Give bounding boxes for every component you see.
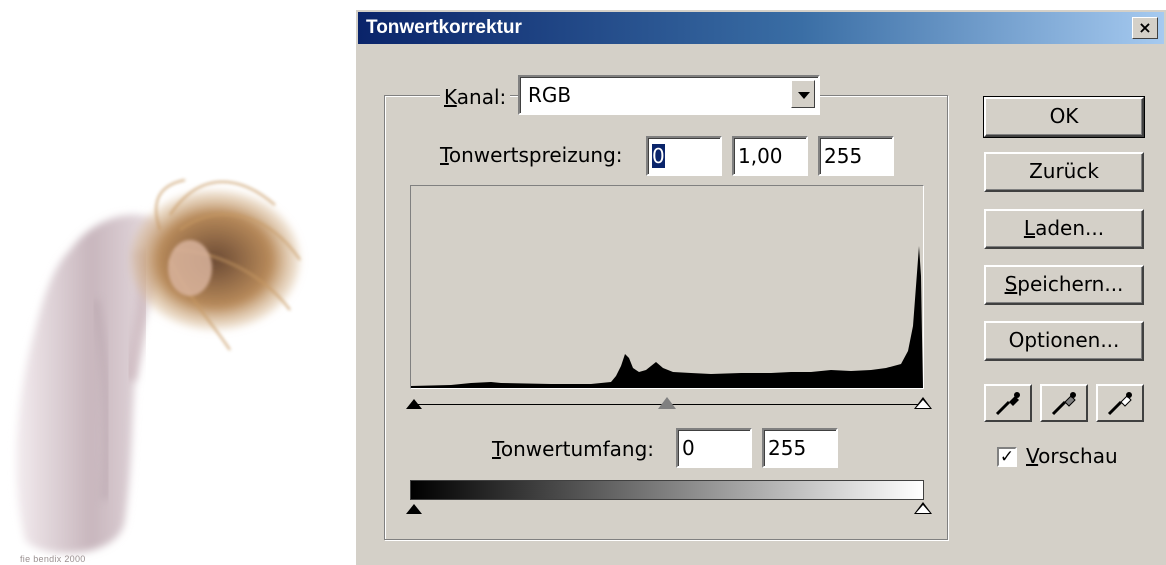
output-white-slider-fill [916,505,930,513]
input-gamma-slider[interactable] [658,397,676,409]
input-black-value: 0 [652,144,665,168]
white-eyedropper-button[interactable] [1096,384,1144,422]
dialog-title: Tonwertkorrektur [366,17,522,38]
levels-dialog: Tonwertkorrektur × Kanal: RGB Tonwertspr… [356,10,1166,565]
reset-button[interactable]: Zurück [984,152,1144,192]
channel-select[interactable]: RGB [518,75,820,115]
output-black-value: 0 [682,436,695,460]
output-white-value: 255 [768,436,807,460]
load-button[interactable]: Laden... [984,209,1144,249]
white-point-eyedropper-icon [1107,392,1132,416]
photo-image [16,179,301,554]
channel-value: RGB [528,83,572,107]
ok-button[interactable]: OK [983,96,1145,138]
output-levels-label: Tonwertumfang: [492,437,655,461]
histogram-graph [411,246,923,388]
black-eyedropper-button[interactable] [984,384,1032,422]
close-button[interactable]: × [1132,17,1158,39]
preview-photo: fie bendix 2000 [0,0,350,565]
output-white-field[interactable]: 255 [762,428,838,468]
preview-checkbox[interactable]: ✓ [997,447,1017,467]
preview-label[interactable]: Vorschau [1026,444,1118,468]
input-gamma-field[interactable]: 1,00 [732,136,808,176]
channel-label: Kanal: [440,85,511,109]
input-white-field[interactable]: 255 [818,136,894,176]
options-button[interactable]: Optionen... [984,321,1144,361]
histogram [410,185,924,389]
black-point-eyedropper-icon [995,392,1020,416]
gray-eyedropper-button[interactable] [1040,384,1088,422]
input-black-slider[interactable] [406,399,422,409]
input-white-slider-fill [916,400,930,408]
input-black-field[interactable]: 0 [646,136,722,176]
input-levels-label: Tonwertspreizung: [440,143,623,167]
save-button[interactable]: Speichern... [984,265,1144,305]
output-gradient-bar [410,480,924,500]
input-white-value: 255 [824,144,863,168]
gray-point-eyedropper-icon [1051,392,1076,416]
output-black-field[interactable]: 0 [676,428,752,468]
photo-watermark: fie bendix 2000 [20,554,86,564]
input-gamma-value: 1,00 [738,144,783,168]
chevron-down-icon[interactable] [791,80,815,108]
title-bar[interactable]: Tonwertkorrektur × [358,12,1164,44]
output-black-slider[interactable] [406,504,422,514]
